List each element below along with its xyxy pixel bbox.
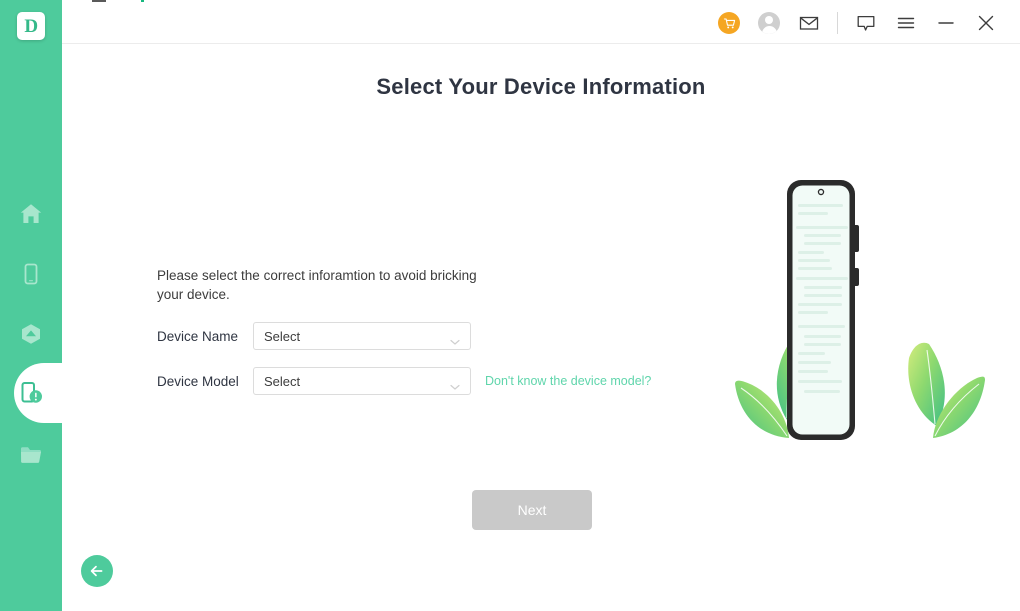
cart-button[interactable] — [709, 2, 749, 44]
account-icon — [758, 12, 780, 34]
app-window: D Select Your Device Information Please … — [0, 0, 1020, 611]
device-model-row: Device Model Select Don't know the devic… — [157, 367, 651, 395]
back-button[interactable] — [81, 555, 113, 587]
title-bar — [62, 2, 1020, 44]
title-bar-separator — [837, 12, 838, 34]
phone-camera-lens — [819, 190, 823, 194]
device-model-help-link[interactable]: Don't know the device model? — [485, 374, 651, 388]
phone-screen — [792, 185, 850, 435]
next-button[interactable]: Next — [472, 490, 592, 530]
mail-icon — [799, 16, 819, 30]
minimize-button[interactable] — [926, 2, 966, 44]
sidebar: D — [0, 0, 76, 611]
close-button[interactable] — [966, 2, 1006, 44]
leaf-right-upper — [908, 342, 945, 426]
sidebar-item-home[interactable] — [0, 184, 62, 244]
device-model-label: Device Model — [157, 373, 239, 389]
feedback-icon — [857, 15, 875, 31]
sidebar-item-files[interactable] — [0, 425, 62, 485]
account-button[interactable] — [749, 2, 789, 44]
sidebar-item-system-repair[interactable] — [0, 343, 76, 443]
home-icon — [18, 201, 44, 227]
avatar-body — [761, 25, 777, 34]
app-logo-letter: D — [24, 15, 38, 37]
avatar-head — [765, 16, 773, 24]
device-name-label: Device Name — [157, 328, 239, 344]
sidebar-item-phone[interactable] — [0, 244, 62, 304]
app-logo: D — [17, 12, 45, 40]
instruction-text: Please select the correct inforamtion to… — [157, 268, 477, 302]
close-icon — [978, 15, 994, 31]
chevron-down-icon — [450, 333, 460, 351]
cloud-backup-icon — [17, 320, 45, 348]
minimize-icon — [938, 22, 954, 24]
arrow-left-icon — [90, 565, 103, 577]
title-bar-actions — [709, 2, 1006, 44]
device-name-value: Select — [264, 328, 301, 344]
device-model-value: Select — [264, 373, 301, 389]
page-title: Select Your Device Information — [376, 74, 706, 99]
cart-icon — [718, 12, 740, 34]
device-model-select[interactable]: Select — [253, 367, 471, 395]
mail-button[interactable] — [789, 2, 829, 44]
phone-illustration — [725, 168, 995, 463]
menu-icon — [897, 17, 915, 29]
chevron-down-icon — [450, 378, 460, 396]
feedback-button[interactable] — [846, 2, 886, 44]
menu-button[interactable] — [886, 2, 926, 44]
device-name-row: Device Name Select — [157, 322, 471, 350]
device-name-select[interactable]: Select — [253, 322, 471, 350]
phone-alert-icon — [0, 363, 62, 423]
folder-icon — [17, 441, 45, 469]
phone-icon — [18, 261, 44, 287]
